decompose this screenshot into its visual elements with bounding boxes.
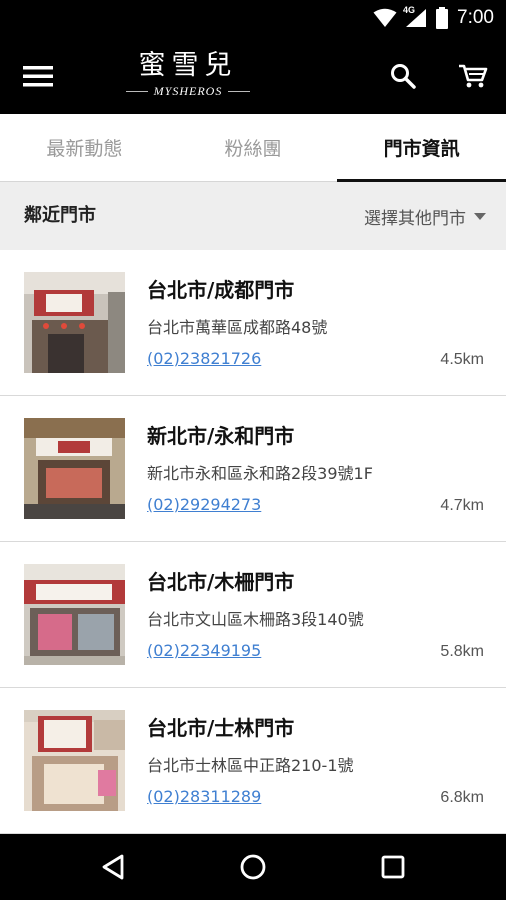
store-name: 台北市/士林門市 [147, 716, 295, 740]
nearby-stores-header: 鄰近門市 選擇其他門市 [0, 182, 506, 250]
store-name: 台北市/成都門市 [147, 278, 295, 302]
status-time: 7:00 [457, 7, 494, 28]
store-list-item[interactable]: 台北市/木柵門市 台北市文山區木柵路3段140號 (02)22349195 5.… [0, 542, 506, 688]
store-photo [24, 564, 125, 665]
home-icon [240, 854, 266, 880]
recents-icon [381, 855, 405, 879]
search-button[interactable] [383, 56, 423, 96]
dropdown-label: 選擇其他門市 [364, 208, 466, 229]
menu-button[interactable] [16, 56, 60, 96]
store-phone-link[interactable]: (02)23821726 [147, 349, 261, 368]
store-distance: 6.8km [440, 789, 484, 806]
store-list-item[interactable]: 台北市/成都門市 台北市萬華區成都路48號 (02)23821726 4.5km [0, 250, 506, 396]
cellular-signal-icon: 4G [403, 5, 427, 28]
logo-divider [228, 91, 251, 92]
home-button[interactable] [233, 847, 273, 887]
status-icons: 4G 7:00 [373, 0, 494, 36]
store-name: 台北市/木柵門市 [147, 570, 295, 594]
store-address: 台北市文山區木柵路3段140號 [147, 610, 364, 629]
store-address: 新北市永和區永和路2段39號1F [147, 464, 373, 483]
system-nav-bar [0, 834, 506, 900]
menu-icon [23, 66, 53, 87]
brand-logo: 蜜雪兒 MYSHEROS [120, 50, 256, 102]
tab-store-info[interactable]: 門市資訊 [337, 114, 506, 182]
cart-button[interactable] [453, 56, 493, 96]
store-list-item[interactable]: 新北市/永和門市 新北市永和區永和路2段39號1F (02)29294273 4… [0, 396, 506, 542]
store-distance: 5.8km [440, 643, 484, 660]
network-type-label: 4G [403, 5, 416, 15]
store-photo [24, 710, 125, 811]
recents-button[interactable] [373, 847, 413, 887]
store-distance: 4.5km [440, 351, 484, 368]
store-address: 台北市萬華區成都路48號 [147, 318, 328, 337]
store-phone-link[interactable]: (02)28311289 [147, 787, 261, 806]
store-address: 台北市士林區中正路210-1號 [147, 756, 354, 775]
status-bar: 4G 7:00 [0, 0, 506, 36]
store-list[interactable]: 台北市/成都門市 台北市萬華區成都路48號 (02)23821726 4.5km… [0, 250, 506, 834]
cart-icon [459, 64, 488, 88]
store-photo [24, 418, 125, 519]
app-bar: 蜜雪兒 MYSHEROS [0, 36, 506, 114]
store-photo [24, 272, 125, 373]
back-button[interactable] [93, 847, 133, 887]
search-icon [391, 64, 416, 89]
choose-other-store-dropdown[interactable]: 選擇其他門市 [364, 182, 486, 250]
tab-fan-club[interactable]: 粉絲團 [169, 114, 338, 181]
wifi-icon [373, 8, 397, 27]
section-title: 鄰近門市 [24, 205, 96, 226]
store-name: 新北市/永和門市 [147, 424, 295, 448]
back-icon [102, 854, 124, 880]
logo-divider [125, 91, 148, 92]
logo-english-text: MYSHEROS [153, 84, 223, 98]
store-distance: 4.7km [440, 497, 484, 514]
logo-chinese-text: 蜜雪兒 [138, 50, 238, 81]
tab-news[interactable]: 最新動態 [0, 114, 169, 181]
caret-down-icon [474, 212, 486, 220]
store-phone-link[interactable]: (02)22349195 [147, 641, 261, 660]
battery-icon [436, 7, 449, 29]
tab-bar: 最新動態 粉絲團 門市資訊 [0, 114, 506, 182]
store-list-item[interactable]: 台北市/士林門市 台北市士林區中正路210-1號 (02)28311289 6.… [0, 688, 506, 834]
store-phone-link[interactable]: (02)29294273 [147, 495, 261, 514]
